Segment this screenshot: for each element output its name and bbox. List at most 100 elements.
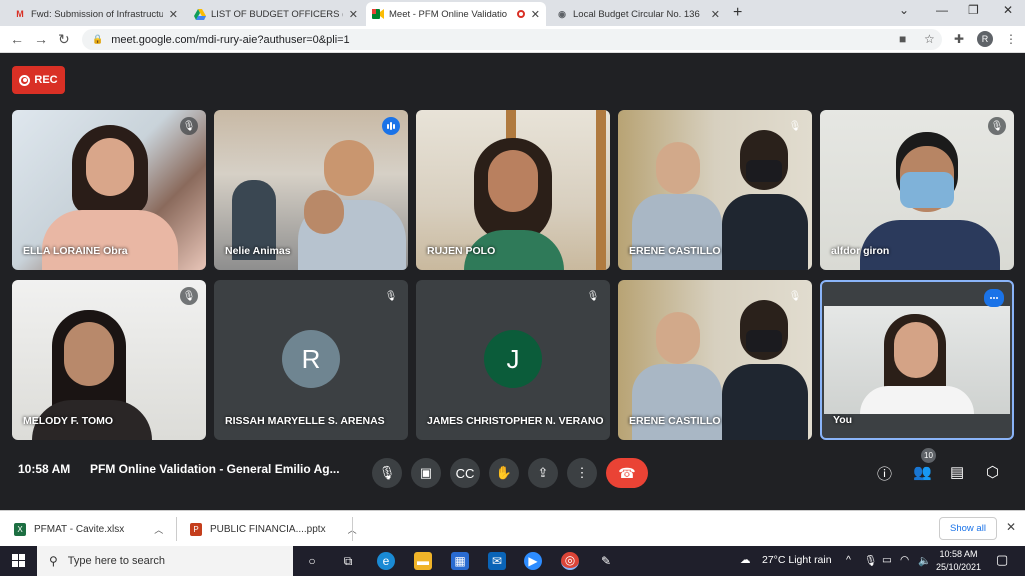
participant-face: [324, 140, 374, 196]
participant-face: [894, 322, 938, 378]
participant-tile[interactable]: 🎙 MELODY F. TOMO: [12, 280, 206, 440]
participant-name: ELLA LORAINE Obra: [23, 245, 128, 257]
self-tile[interactable]: You: [820, 280, 1014, 440]
participant-face: [86, 138, 134, 196]
captions-button[interactable]: CC: [450, 458, 480, 488]
more-options-button[interactable]: ⋮: [567, 458, 597, 488]
participant-name: ERENE CASTILLO: [629, 245, 721, 257]
clock-date: 25/10/2021: [936, 562, 982, 572]
face-mask: [900, 172, 954, 208]
divider: [352, 517, 353, 541]
record-icon: [19, 74, 31, 86]
windows-taskbar: ⚲ Type here to search ○ ⧉ e ▬ ▦ ✉ ▶ ◎ ✎ …: [0, 546, 1025, 576]
participant-tile[interactable]: J 🎙 JAMES CHRISTOPHER N. VERANO: [416, 280, 610, 440]
mic-off-icon: 🎙: [788, 290, 802, 302]
meeting-time: 10:58 AM: [18, 462, 71, 476]
tab-search-icon[interactable]: ⌄: [899, 3, 909, 17]
divider: [176, 517, 177, 541]
present-button[interactable]: ⇪: [528, 458, 558, 488]
store-icon[interactable]: ▦: [451, 552, 469, 570]
mic-off-icon: 🎙: [586, 290, 600, 302]
participant-tile[interactable]: R 🎙 RISSAH MARYELLE S. ARENAS: [214, 280, 408, 440]
close-tab-icon[interactable]: ✕: [349, 8, 358, 21]
participant-name: JAMES CHRISTOPHER N. VERANO: [427, 415, 604, 427]
chevron-up-icon[interactable]: ^: [846, 554, 851, 566]
participant-tile[interactable]: 🎙 alfdor giron: [820, 110, 1014, 270]
mic-tray-icon[interactable]: 🎙: [864, 554, 877, 567]
bookmark-star-icon[interactable]: ☆: [924, 32, 935, 46]
edge-icon[interactable]: e: [377, 552, 395, 570]
shelf: [596, 110, 606, 270]
file-explorer-icon[interactable]: ▬: [414, 552, 432, 570]
recording-icon: [516, 10, 525, 18]
menu-icon[interactable]: ⋮: [1005, 32, 1017, 46]
search-icon: ⚲: [49, 554, 58, 568]
zoom-icon[interactable]: ▶: [524, 552, 542, 570]
people-icon[interactable]: 👥: [913, 463, 932, 481]
weather-text[interactable]: 27°C Light rain: [762, 554, 832, 566]
mail-icon[interactable]: ✉: [488, 552, 506, 570]
taskbar-clock[interactable]: 10:58 AM 25/10/2021: [936, 548, 981, 574]
tab-drive[interactable]: LIST OF BUDGET OFFICERS (UPD ✕: [188, 2, 364, 26]
volume-icon[interactable]: 🔈: [918, 554, 931, 567]
url-bar[interactable]: 🔒 meet.google.com/mdi-rury-aie?authuser=…: [82, 29, 942, 50]
participant-tile[interactable]: 🎙 ERENE CASTILLO: [618, 280, 812, 440]
close-download-bar-icon[interactable]: ✕: [1006, 520, 1016, 534]
close-tab-icon[interactable]: ✕: [711, 8, 720, 21]
meeting-info-icon[interactable]: ⓘ: [877, 463, 892, 484]
new-tab-icon[interactable]: +: [733, 4, 742, 22]
raise-hand-button[interactable]: ✋: [489, 458, 519, 488]
chevron-up-icon[interactable]: ︿: [154, 523, 163, 536]
cortana-icon[interactable]: ○: [303, 552, 321, 570]
participant-tile[interactable]: RUJEN POLO: [416, 110, 610, 270]
participant-tile[interactable]: 🎙 ERENE CASTILLO: [618, 110, 812, 270]
restore-icon[interactable]: ❐: [968, 3, 979, 17]
chat-icon[interactable]: ▤: [950, 463, 964, 481]
close-tab-icon[interactable]: ✕: [531, 8, 540, 21]
close-tab-icon[interactable]: ✕: [169, 8, 178, 21]
forward-icon[interactable]: →: [34, 31, 48, 47]
extensions-icon[interactable]: ✚: [954, 32, 964, 46]
back-icon[interactable]: ←: [10, 31, 24, 47]
participant-shirt: [42, 210, 178, 270]
download-item[interactable]: P PUBLIC FINANCIA....pptx ︿: [190, 519, 357, 539]
window-close-icon[interactable]: ✕: [1003, 3, 1013, 17]
tab-gmail[interactable]: M Fwd: Submission of Infrastructure ✕: [8, 2, 184, 26]
participant-tile[interactable]: Nelie Animas: [214, 110, 408, 270]
reload-icon[interactable]: ↻: [58, 31, 70, 48]
download-item[interactable]: X PFMAT - Cavite.xlsx ︿: [14, 519, 163, 539]
participant-name: Nelie Animas: [225, 245, 291, 257]
weather-icon: ☁: [740, 554, 751, 566]
mic-toggle-button[interactable]: 🎙: [372, 458, 402, 488]
battery-icon[interactable]: ▭: [882, 554, 892, 566]
task-view-icon[interactable]: ⧉: [339, 552, 357, 570]
participant-shirt: [860, 386, 974, 414]
participant-name: ERENE CASTILLO: [629, 415, 721, 427]
profile-avatar[interactable]: R: [977, 31, 993, 47]
camera-toggle-button[interactable]: ▣: [411, 458, 441, 488]
minimize-icon[interactable]: —: [936, 3, 948, 17]
meet-stage: REC 🎙 ELLA LORAINE Obra Nelie Animas RUJ…: [0, 53, 1025, 510]
tab-meet[interactable]: Meet - PFM Online Validatio ✕: [366, 2, 546, 26]
leave-call-button[interactable]: ☎: [606, 458, 648, 488]
browser-tab-bar: M Fwd: Submission of Infrastructure ✕ LI…: [0, 0, 1025, 26]
taskbar-search-box[interactable]: ⚲ Type here to search: [37, 546, 293, 576]
tab-circular[interactable]: ◉ Local Budget Circular No. 136 ✕: [550, 2, 726, 26]
notifications-icon[interactable]: ▢: [996, 552, 1008, 568]
app-icon[interactable]: ✎: [597, 552, 615, 570]
excel-icon: X: [14, 522, 26, 536]
participant-name: alfdor giron: [831, 245, 890, 257]
participant-tile[interactable]: 🎙 ELLA LORAINE Obra: [12, 110, 206, 270]
mic-off-icon: 🎙: [988, 117, 1006, 135]
windows-start-icon[interactable]: [12, 554, 25, 567]
activities-icon[interactable]: ⬡: [986, 463, 999, 481]
more-options-icon[interactable]: [984, 289, 1004, 307]
show-all-button[interactable]: Show all: [939, 517, 997, 540]
mic-off-icon: 🎙: [384, 290, 398, 302]
mic-off-icon: 🎙: [180, 287, 198, 305]
gmail-icon: M: [16, 9, 24, 19]
chrome-icon[interactable]: ◎: [561, 552, 579, 570]
wifi-icon[interactable]: ◠: [900, 554, 909, 566]
face-mask: [746, 160, 782, 182]
camera-in-use-icon[interactable]: ■: [899, 32, 906, 46]
